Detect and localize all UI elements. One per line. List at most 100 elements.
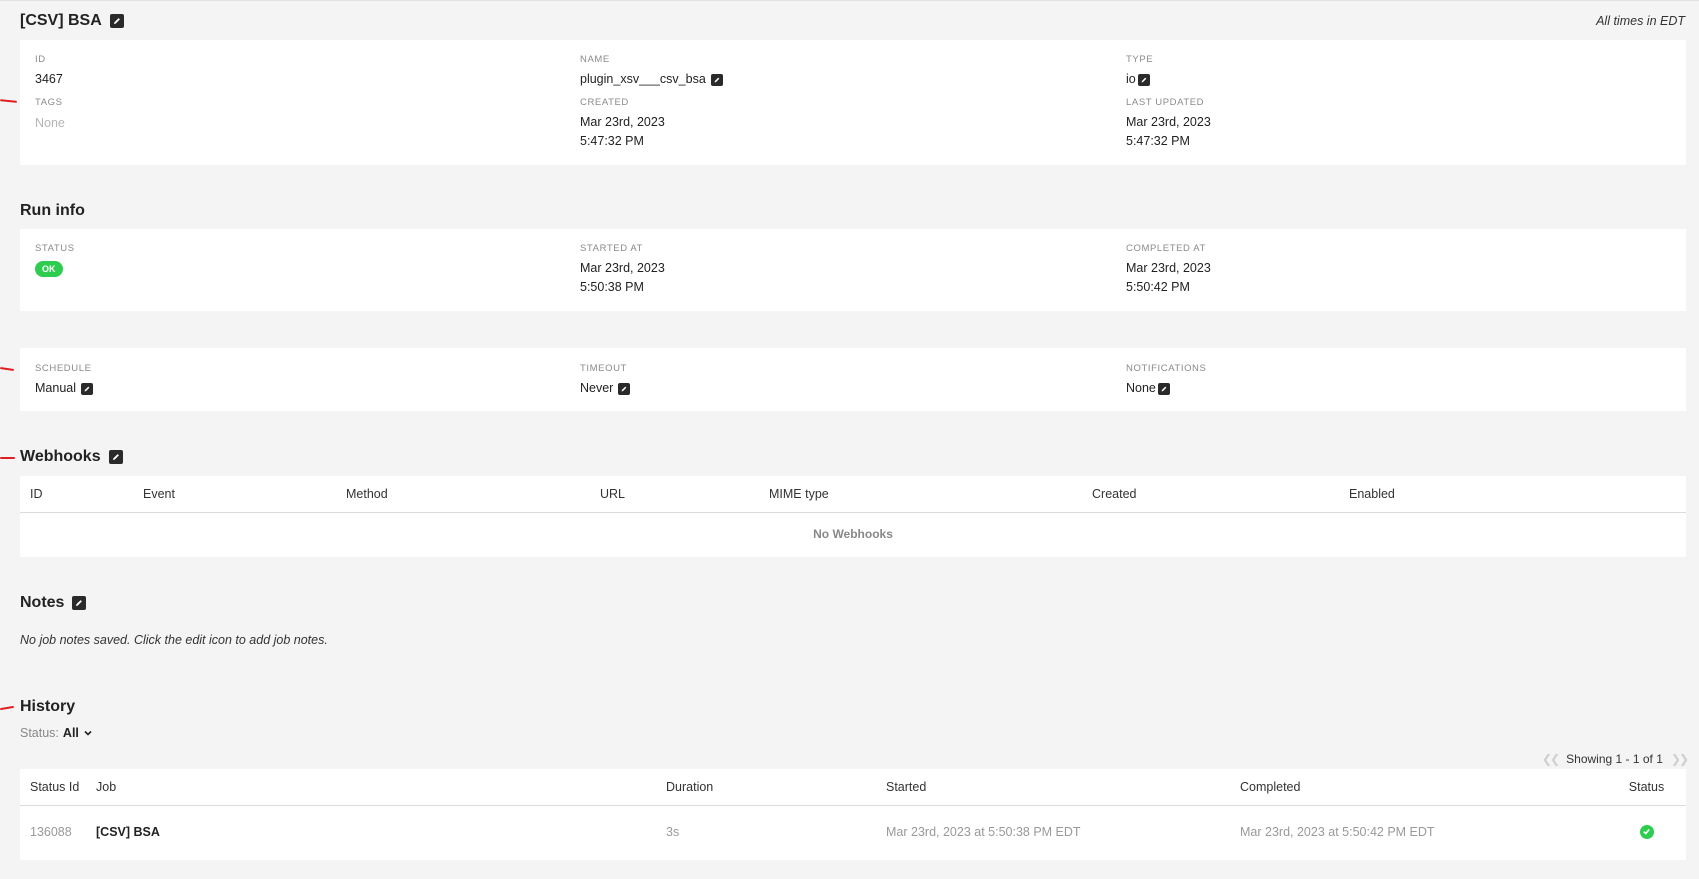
field-type: TYPE io: [1126, 54, 1153, 89]
pagination: ❮❮ Showing 1 - 1 of 1 ❯❯: [1542, 752, 1689, 766]
schedule-text: Manual: [35, 381, 76, 395]
job-title-text: [CSV] BSA: [20, 12, 102, 29]
id-value: 3467: [35, 72, 63, 86]
col-event[interactable]: Event: [143, 476, 346, 513]
completed-label: COMPLETED AT: [1126, 243, 1206, 254]
created-date: Mar 23rd, 2023: [580, 115, 665, 129]
type-label: TYPE: [1126, 54, 1154, 65]
webhooks-table: ID Event Method URL MIME type Created En…: [20, 476, 1686, 557]
status-filter-value: All: [62, 726, 79, 740]
edit-schedule-icon[interactable]: [81, 382, 93, 395]
annotation-mark: [0, 367, 15, 371]
table-row[interactable]: 136088 [CSV] BSA 3s Mar 23rd, 2023 at 5:…: [20, 805, 1686, 859]
edit-notes-icon[interactable]: [72, 596, 87, 610]
field-status: STATUS OK: [35, 243, 75, 277]
row-duration: 3s: [666, 825, 680, 840]
created-label: CREATED: [580, 97, 629, 108]
annotation-mark: [0, 99, 18, 103]
col-method[interactable]: Method: [346, 476, 600, 513]
edit-webhooks-icon[interactable]: [108, 450, 123, 464]
row-completed: Mar 23rd, 2023 at 5:50:42 PM EDT: [1240, 825, 1435, 840]
edit-notifications-icon[interactable]: [1157, 382, 1170, 395]
status-label: STATUS: [35, 243, 75, 254]
annotation-mark: [0, 705, 15, 711]
updated-time: 5:47:32 PM: [1126, 134, 1190, 148]
field-started-at: STARTED AT Mar 23rd, 2023 5:50:38 PM: [580, 243, 665, 297]
completed-time: 5:50:42 PM: [1126, 280, 1190, 294]
col-completed[interactable]: Completed: [1240, 769, 1607, 806]
check-circle-icon: [1639, 824, 1654, 839]
notes-title: Notes: [20, 594, 87, 612]
tags-value: None: [35, 116, 65, 130]
col-duration[interactable]: Duration: [666, 769, 886, 806]
col-enabled[interactable]: Enabled: [1349, 476, 1686, 513]
started-label: STARTED AT: [580, 243, 644, 254]
edit-icon[interactable]: [109, 14, 124, 28]
history-table: Status Id Job Duration Started Completed…: [20, 769, 1686, 860]
timezone-note: All times in EDT: [1596, 14, 1685, 28]
status-filter-label: Status:: [20, 726, 59, 740]
name-value: plugin_xsv___csv_bsa: [580, 70, 723, 89]
timeout-text: Never: [580, 381, 614, 395]
col-status[interactable]: Status: [1607, 769, 1686, 806]
status-filter[interactable]: Status: All: [20, 726, 93, 740]
row-started: Mar 23rd, 2023 at 5:50:38 PM EDT: [886, 825, 1081, 840]
field-name: NAME plugin_xsv___csv_bsa: [580, 54, 723, 89]
job-info-card: ID 3467 NAME plugin_xsv___csv_bsa TYPE i…: [20, 40, 1686, 165]
job-title: [CSV] BSA: [20, 12, 124, 30]
field-timeout: TIMEOUT Never: [580, 363, 631, 398]
notifications-label: NOTIFICATIONS: [1126, 363, 1207, 374]
first-page-icon[interactable]: ❮❮: [1542, 752, 1560, 766]
webhooks-header-row: ID Event Method URL MIME type Created En…: [20, 476, 1686, 513]
col-created[interactable]: Created: [1092, 476, 1349, 513]
created-time: 5:47:32 PM: [580, 134, 644, 148]
notes-title-text: Notes: [20, 594, 65, 611]
updated-label: LAST UPDATED: [1126, 97, 1205, 108]
webhooks-title-text: Webhooks: [20, 448, 101, 465]
field-created: CREATED Mar 23rd, 2023 5:47:32 PM: [580, 97, 665, 151]
col-url[interactable]: URL: [600, 476, 769, 513]
id-label: ID: [35, 54, 46, 65]
name-label: NAME: [580, 54, 610, 65]
col-mime-type[interactable]: MIME type: [769, 476, 1092, 513]
started-time: 5:50:38 PM: [580, 280, 644, 294]
name-text: plugin_xsv___csv_bsa: [580, 72, 706, 86]
history-title-text: History: [20, 698, 76, 715]
col-job[interactable]: Job: [96, 769, 666, 806]
completed-date: Mar 23rd, 2023: [1126, 261, 1211, 275]
field-last-updated: LAST UPDATED Mar 23rd, 2023 5:47:32 PM: [1126, 97, 1211, 151]
last-page-icon[interactable]: ❯❯: [1671, 752, 1689, 766]
notifications-value: None: [1126, 379, 1206, 398]
updated-date: Mar 23rd, 2023: [1126, 115, 1211, 129]
schedule-label: SCHEDULE: [35, 363, 92, 374]
type-value: io: [1126, 70, 1153, 89]
pager-text: Showing 1 - 1 of 1: [1566, 752, 1663, 766]
run-info-title-text: Run info: [20, 202, 85, 219]
started-date: Mar 23rd, 2023: [580, 261, 665, 275]
run-info-title: Run info: [20, 202, 85, 220]
history-title: History: [20, 698, 75, 716]
webhooks-empty-message: No Webhooks: [813, 527, 893, 542]
timeout-value: Never: [580, 379, 631, 398]
edit-timeout-icon[interactable]: [618, 382, 631, 395]
schedule-value: Manual: [35, 379, 93, 398]
tags-label: TAGS: [35, 97, 63, 108]
notes-message: No job notes saved. Click the edit icon …: [20, 633, 328, 647]
field-notifications: NOTIFICATIONS None: [1126, 363, 1206, 398]
type-text: io: [1126, 72, 1136, 86]
field-id: ID 3467: [35, 54, 63, 89]
settings-card: SCHEDULE Manual TIMEOUT Never NOTIFICATI…: [20, 348, 1686, 411]
col-id[interactable]: ID: [20, 476, 143, 513]
row-job[interactable]: [CSV] BSA: [96, 805, 666, 859]
col-status-id[interactable]: Status Id: [20, 769, 96, 806]
edit-name-icon[interactable]: [710, 73, 723, 86]
webhooks-title: Webhooks: [20, 448, 123, 466]
col-started[interactable]: Started: [886, 769, 1240, 806]
notifications-text: None: [1126, 381, 1156, 395]
edit-type-icon[interactable]: [1137, 73, 1150, 86]
annotation-mark: [0, 457, 15, 459]
row-status: [1607, 805, 1686, 859]
history-header-row: Status Id Job Duration Started Completed…: [20, 769, 1686, 806]
field-completed-at: COMPLETED AT Mar 23rd, 2023 5:50:42 PM: [1126, 243, 1211, 297]
chevron-down-icon: [84, 730, 92, 736]
